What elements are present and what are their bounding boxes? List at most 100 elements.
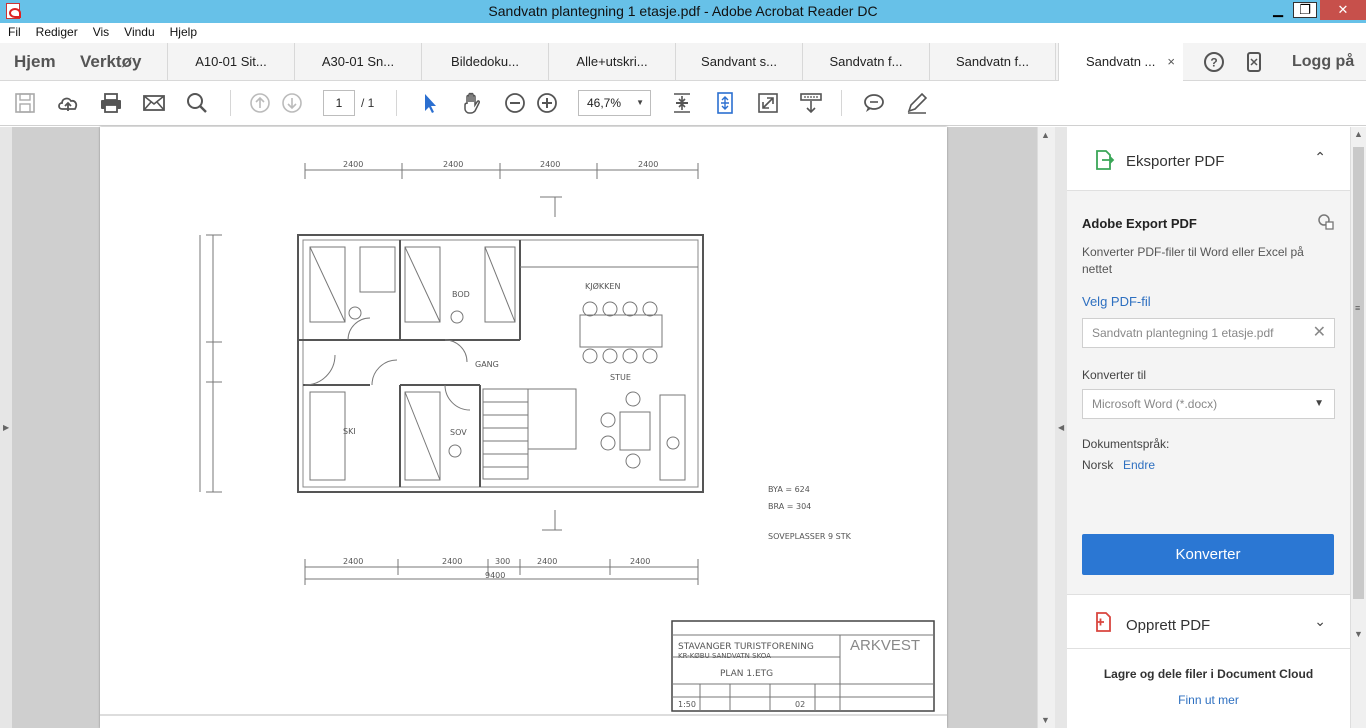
tab-tools[interactable]: Verktøy: [80, 43, 141, 81]
pdf-page[interactable]: 2400 2400 2400 2400 KJØKKEN STUE BOD SOV…: [100, 127, 947, 728]
convert-format-value: Microsoft Word (*.docx): [1092, 397, 1218, 411]
learn-more-link[interactable]: Finn ut mer: [1067, 693, 1350, 707]
room-label: STUE: [610, 373, 631, 382]
select-cursor-icon[interactable]: [418, 91, 442, 115]
tools-pane: Eksporter PDF ⌃ Adobe Export PDF Konvert…: [1067, 127, 1350, 728]
print-icon[interactable]: [99, 91, 123, 115]
mobile-link-icon[interactable]: [1243, 51, 1265, 73]
svg-text:?: ?: [1210, 56, 1217, 70]
convert-button[interactable]: Konverter: [1082, 534, 1334, 575]
title-bar: Sandvatn plantegning 1 etasje.pdf - Adob…: [0, 0, 1366, 23]
toolbar-separator: [396, 90, 397, 116]
area-note: BRA = 304: [768, 502, 811, 511]
dim-bottom-label: 2400: [537, 557, 557, 566]
page-number-input[interactable]: 1: [323, 90, 355, 116]
doc-tab[interactable]: A30-01 Sn...: [294, 43, 421, 81]
doc-tab[interactable]: A10-01 Sit...: [167, 43, 294, 81]
document-area[interactable]: ▶ 2400 2400 2400 2400 KJØKKEN STUE BOD S…: [0, 127, 1055, 728]
tab-bar: Hjem Verktøy A10-01 Sit... A30-01 Sn... …: [0, 43, 1366, 82]
read-mode-icon[interactable]: [799, 91, 823, 115]
comment-icon[interactable]: [862, 91, 886, 115]
pane-scroll-thumb[interactable]: [1353, 147, 1364, 599]
save-icon[interactable]: [13, 91, 37, 115]
change-language-link[interactable]: Endre: [1123, 458, 1155, 472]
export-pdf-title: Eksporter PDF: [1126, 153, 1225, 170]
doc-tab[interactable]: Bildedoku...: [421, 43, 548, 81]
title-block-project: KR-KØBU SANDVATN SKOA: [678, 652, 771, 660]
title-block-sheet: 02: [795, 700, 805, 709]
doc-tab[interactable]: Sandvatn f...: [802, 43, 929, 81]
menu-view[interactable]: Vis: [85, 23, 116, 43]
document-language-label: Dokumentspråk:: [1082, 437, 1170, 451]
doc-tab-label: Sandvatn ...: [1086, 54, 1156, 69]
fit-page-icon[interactable]: [670, 91, 694, 115]
menu-edit[interactable]: Rediger: [28, 23, 85, 43]
upload-cloud-icon[interactable]: [56, 91, 80, 115]
chevron-down-icon: ▼: [1314, 398, 1324, 409]
title-block-drawing-title: PLAN 1.ETG: [720, 669, 773, 679]
left-panel-toggle[interactable]: ▶: [0, 127, 12, 728]
create-pdf-icon: [1096, 612, 1111, 632]
pen-sign-icon[interactable]: [905, 91, 929, 115]
create-pdf-title: Opprett PDF: [1126, 617, 1211, 634]
close-tab-icon[interactable]: ×: [1167, 43, 1175, 81]
toolbar: 1 / 1 46,7% ▼: [0, 81, 1366, 126]
email-icon[interactable]: [142, 91, 166, 115]
menu-help[interactable]: Hjelp: [162, 23, 204, 43]
choose-pdf-file-link[interactable]: Velg PDF-fil: [1082, 294, 1151, 309]
export-description: Konverter PDF-filer til Word eller Excel…: [1082, 245, 1304, 276]
convert-format-select[interactable]: Microsoft Word (*.docx) ▼: [1082, 389, 1335, 419]
help-icon[interactable]: ?: [1203, 51, 1225, 73]
dim-top-label: 2400: [540, 160, 560, 169]
export-pdf-header[interactable]: Eksporter PDF ⌃: [1067, 127, 1350, 191]
room-label: KJØKKEN: [585, 281, 620, 291]
dim-bottom-label: 2400: [630, 557, 650, 566]
scroll-grip-icon: ≡: [1355, 303, 1361, 313]
chevron-down-icon[interactable]: ⌄: [1314, 613, 1326, 630]
zoom-out-icon[interactable]: [503, 91, 527, 115]
scroll-down-icon[interactable]: ▼: [1041, 715, 1050, 725]
pane-scrollbar[interactable]: ▲ ≡ ▼: [1350, 127, 1366, 728]
menu-window[interactable]: Vindu: [116, 23, 161, 43]
doc-tab[interactable]: Alle+utskri...: [548, 43, 675, 81]
doc-tab[interactable]: Sandvatn f...: [929, 43, 1056, 81]
menu-file[interactable]: Fil: [0, 23, 28, 43]
dim-total-label: 9400: [485, 571, 505, 580]
doc-tab-active[interactable]: Sandvatn ... ×: [1058, 43, 1183, 82]
right-pane-toggle[interactable]: ◀: [1055, 127, 1067, 728]
sign-in-link[interactable]: Logg på: [1292, 43, 1354, 81]
tab-home[interactable]: Hjem: [14, 43, 56, 81]
next-page-icon[interactable]: [280, 91, 304, 115]
scroll-up-icon[interactable]: ▲: [1354, 129, 1363, 139]
scroll-down-icon[interactable]: ▼: [1354, 629, 1363, 639]
title-block-scale: 1:50: [678, 700, 696, 709]
dim-top-label: 2400: [343, 160, 363, 169]
page-total: / 1: [361, 96, 375, 110]
dim-top-label: 2400: [443, 160, 463, 169]
export-pdf-icon: [1096, 150, 1115, 170]
close-window-button[interactable]: ✕: [1320, 0, 1366, 20]
previous-page-icon[interactable]: [248, 91, 272, 115]
scroll-up-icon[interactable]: ▲: [1041, 130, 1050, 140]
chevron-up-icon[interactable]: ⌃: [1314, 149, 1326, 166]
floor-plan-drawing: 2400 2400 2400 2400 KJØKKEN STUE BOD SOV…: [100, 160, 947, 716]
area-note: BYA = 624: [768, 485, 810, 494]
expand-left-icon: ▶: [3, 423, 10, 432]
doc-tab[interactable]: Sandvant s...: [675, 43, 802, 81]
document-vertical-scrollbar[interactable]: ▲ ▼: [1037, 127, 1055, 728]
toolbar-separator: [230, 90, 231, 116]
create-pdf-header[interactable]: Opprett PDF ⌄: [1067, 594, 1350, 649]
language-settings-icon[interactable]: [1317, 213, 1335, 231]
maximize-button[interactable]: ❐: [1293, 2, 1317, 18]
full-screen-icon[interactable]: [756, 91, 780, 115]
zoom-in-icon[interactable]: [535, 91, 559, 115]
selected-file-field[interactable]: Sandvatn plantegning 1 etasje.pdf ✕: [1082, 318, 1335, 348]
clear-file-icon[interactable]: ✕: [1313, 319, 1326, 347]
scrolling-mode-icon[interactable]: [713, 91, 737, 115]
zoom-level-select[interactable]: 46,7% ▼: [578, 90, 651, 116]
search-icon[interactable]: [185, 91, 209, 115]
room-label: BOD: [452, 290, 470, 299]
hand-tool-icon[interactable]: [460, 91, 484, 115]
minimize-button[interactable]: ▁: [1264, 0, 1292, 20]
room-label: GANG: [475, 360, 499, 369]
